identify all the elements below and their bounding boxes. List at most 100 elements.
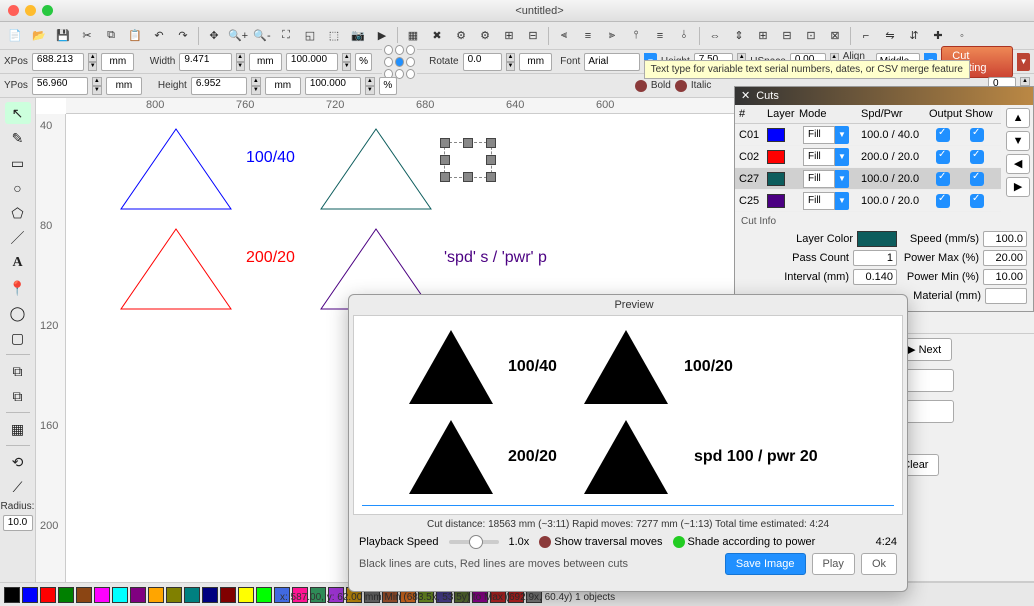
xpos-unit[interactable]: mm xyxy=(101,53,134,71)
width-unit[interactable]: mm xyxy=(249,53,282,71)
triangle-red[interactable] xyxy=(121,229,231,309)
scissors-icon[interactable]: ✂ xyxy=(76,25,98,47)
height-pct-input[interactable]: 100.000 xyxy=(305,77,361,95)
palette-swatch[interactable] xyxy=(130,587,146,603)
move-icon[interactable]: ✥ xyxy=(203,25,225,47)
palette-swatch[interactable] xyxy=(40,587,56,603)
tool-copy-tool[interactable]: ⧉ xyxy=(5,360,31,382)
triangle-teal[interactable] xyxy=(321,129,431,209)
pmax-input[interactable]: 20.00 xyxy=(983,250,1027,266)
width-pct-input[interactable]: 100.000 xyxy=(286,53,338,71)
dist4-icon[interactable]: ⊠ xyxy=(824,25,846,47)
anchor-grid[interactable] xyxy=(382,43,417,81)
ypos-unit[interactable]: mm xyxy=(106,77,142,95)
close-icon[interactable]: ✕ xyxy=(741,87,750,105)
bold-toggle[interactable] xyxy=(635,80,647,92)
rotate-input[interactable]: 0.0 xyxy=(463,53,502,71)
tool-rectangle2[interactable]: ▢ xyxy=(5,327,31,349)
height-spinner[interactable]: ▲▼ xyxy=(251,77,261,95)
rotate-unit[interactable]: mm xyxy=(519,53,552,71)
dist-v-icon[interactable]: ⇕ xyxy=(728,25,750,47)
tool-polygon[interactable]: ⬠ xyxy=(5,202,31,224)
rotate-spinner[interactable]: ▲▼ xyxy=(506,53,515,71)
show-checkbox[interactable] xyxy=(970,150,984,164)
interval-input[interactable]: 0.140 xyxy=(853,269,897,285)
zoom-in-icon[interactable]: 🔍+ xyxy=(227,25,249,47)
close-icon[interactable] xyxy=(8,5,19,16)
font-select[interactable]: Arial xyxy=(584,53,640,71)
tool1-icon[interactable]: ✖ xyxy=(426,25,448,47)
file-save-icon[interactable]: 💾 xyxy=(52,25,74,47)
move-left-button[interactable]: ◀ xyxy=(1006,154,1030,174)
save-image-button[interactable]: Save Image xyxy=(725,553,806,575)
dot-icon[interactable]: ◦ xyxy=(951,25,973,47)
color-swatch[interactable] xyxy=(767,172,785,186)
gear-icon[interactable]: ⚙ xyxy=(474,25,496,47)
tool-circle[interactable]: ○ xyxy=(5,177,31,199)
group-icon[interactable]: ⊞ xyxy=(498,25,520,47)
copy-icon[interactable]: ⧉ xyxy=(100,25,122,47)
palette-swatch[interactable] xyxy=(202,587,218,603)
maximize-icon[interactable] xyxy=(42,5,53,16)
align-m-icon[interactable]: ≡ xyxy=(649,25,671,47)
cut-row[interactable]: C02Fill▼200.0 / 20.0 xyxy=(735,146,1001,168)
palette-swatch[interactable] xyxy=(112,587,128,603)
mirror-v-icon[interactable]: ⇵ xyxy=(903,25,925,47)
tool-paste-tool[interactable]: ⧉ xyxy=(5,385,31,407)
selection-handles[interactable] xyxy=(444,142,492,178)
layer-color-swatch[interactable] xyxy=(857,231,897,247)
cut-row[interactable]: C01Fill▼100.0 / 40.0 xyxy=(735,124,1001,146)
minimize-icon[interactable] xyxy=(25,5,36,16)
file-open-icon[interactable]: 📂 xyxy=(28,25,50,47)
show-checkbox[interactable] xyxy=(970,194,984,208)
zoom-window-icon[interactable]: ◱ xyxy=(299,25,321,47)
tool-rect[interactable]: ▭ xyxy=(5,152,31,174)
ypos-input[interactable]: 56.960 xyxy=(32,77,88,95)
height-pct-spinner[interactable]: ▲▼ xyxy=(365,77,375,95)
output-checkbox[interactable] xyxy=(936,194,950,208)
camera-icon[interactable]: 📷 xyxy=(347,25,369,47)
mode-select[interactable]: Fill▼ xyxy=(799,170,853,188)
chevron-down-icon[interactable]: ▼ xyxy=(1017,53,1030,71)
palette-swatch[interactable] xyxy=(220,587,236,603)
width-pct-spinner[interactable]: ▲▼ xyxy=(342,53,351,71)
file-new-icon[interactable]: 📄 xyxy=(4,25,26,47)
output-checkbox[interactable] xyxy=(936,150,950,164)
label-spd-pwr[interactable]: 'spd' s / 'pwr' p xyxy=(444,249,547,267)
playback-slider[interactable] xyxy=(449,540,499,544)
move-down-button[interactable]: ▼ xyxy=(1006,131,1030,151)
plus-icon[interactable]: ✚ xyxy=(927,25,949,47)
play-button[interactable]: Play xyxy=(812,553,855,575)
palette-swatch[interactable] xyxy=(256,587,272,603)
tool-select[interactable]: ↖ xyxy=(5,102,31,124)
tool-oval[interactable]: ◯ xyxy=(5,302,31,324)
tool-node[interactable]: ⟲ xyxy=(5,451,31,473)
tool-text[interactable]: A xyxy=(5,252,31,274)
dist2-icon[interactable]: ⊟ xyxy=(776,25,798,47)
palette-swatch[interactable] xyxy=(238,587,254,603)
settings-icon[interactable]: ⚙ xyxy=(450,25,472,47)
ypos-spinner[interactable]: ▲▼ xyxy=(92,77,102,95)
output-checkbox[interactable] xyxy=(936,128,950,142)
ungroup-icon[interactable]: ⊟ xyxy=(522,25,544,47)
undo-icon[interactable]: ↶ xyxy=(148,25,170,47)
label-200-20[interactable]: 200/20 xyxy=(246,249,295,267)
palette-swatch[interactable] xyxy=(166,587,182,603)
palette-swatch[interactable] xyxy=(58,587,74,603)
dist1-icon[interactable]: ⊞ xyxy=(752,25,774,47)
width-spinner[interactable]: ▲▼ xyxy=(236,53,245,71)
height-input[interactable]: 6.952 xyxy=(191,77,247,95)
traversal-toggle[interactable] xyxy=(539,536,551,548)
xpos-input[interactable]: 688.213 xyxy=(32,53,84,71)
mode-select[interactable]: Fill▼ xyxy=(799,148,853,166)
palette-swatch[interactable] xyxy=(94,587,110,603)
triangle-blue[interactable] xyxy=(121,129,231,209)
zoom-fit-icon[interactable]: ⛶ xyxy=(275,25,297,47)
show-checkbox[interactable] xyxy=(970,172,984,186)
paste-icon[interactable]: 📋 xyxy=(124,25,146,47)
height-unit[interactable]: mm xyxy=(265,77,301,95)
corner-icon[interactable]: ⌐ xyxy=(855,25,877,47)
preview-canvas[interactable]: 100/40 100/20 200/20 spd 100 / pwr 20 xyxy=(353,315,903,515)
move-right-button[interactable]: ▶ xyxy=(1006,177,1030,197)
align-c-icon[interactable]: ≡ xyxy=(577,25,599,47)
